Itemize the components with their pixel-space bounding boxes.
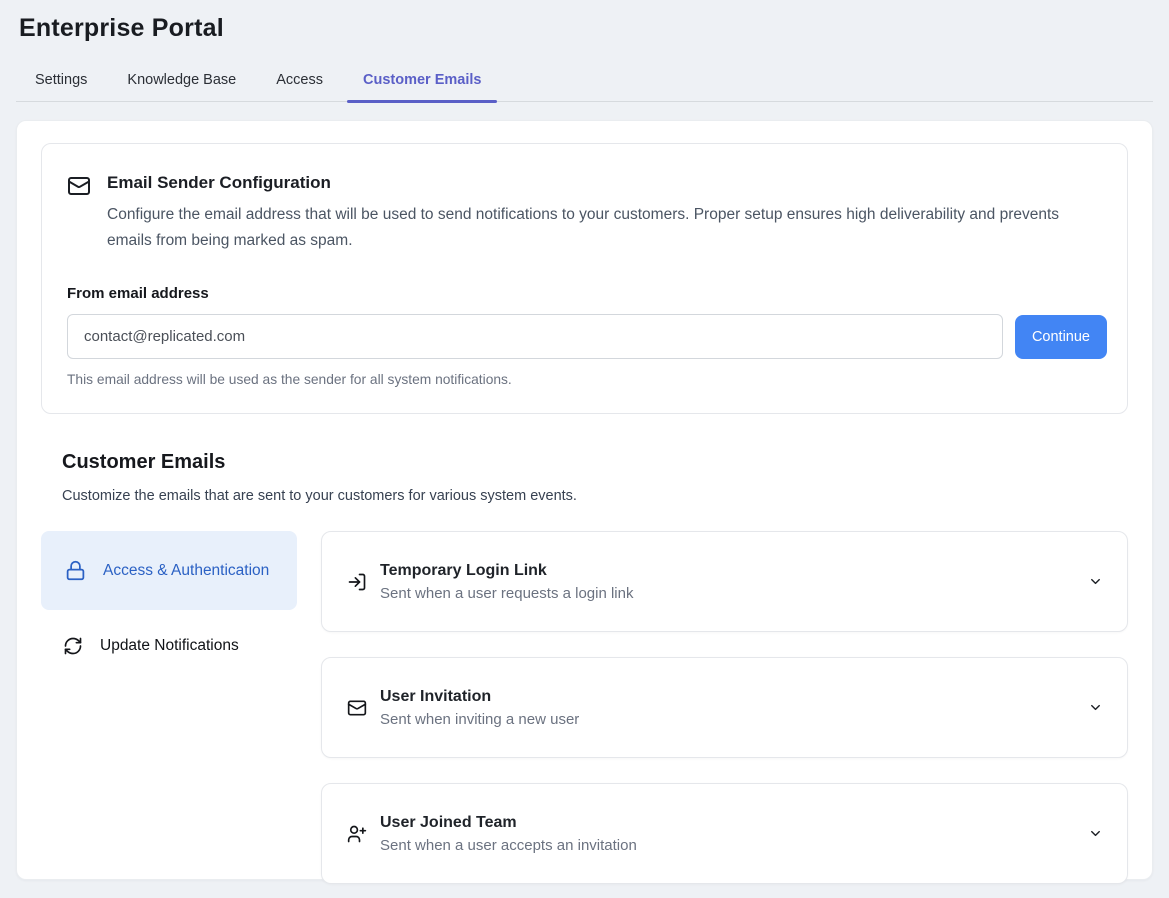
- tab-customer-emails[interactable]: Customer Emails: [347, 62, 497, 101]
- category-label: Access & Authentication: [103, 558, 269, 584]
- email-item-title: Temporary Login Link: [380, 562, 633, 580]
- tab-settings[interactable]: Settings: [19, 62, 103, 101]
- category-access-authentication[interactable]: Access & Authentication: [41, 531, 297, 610]
- email-item-subtitle: Sent when a user accepts an invitation: [380, 837, 637, 854]
- mail-icon: [67, 174, 91, 198]
- email-item-temporary-login-link[interactable]: Temporary Login Link Sent when a user re…: [321, 531, 1128, 632]
- email-sender-card: Email Sender Configuration Configure the…: [41, 143, 1128, 414]
- email-template-list: Temporary Login Link Sent when a user re…: [321, 531, 1128, 884]
- page-title: Enterprise Portal: [19, 14, 1153, 43]
- lock-icon: [65, 560, 86, 581]
- chevron-down-icon[interactable]: [1088, 826, 1103, 841]
- email-category-sidebar: Access & Authentication Update Notificat…: [41, 531, 297, 884]
- email-item-user-invitation[interactable]: User Invitation Sent when inviting a new…: [321, 657, 1128, 758]
- sender-card-title: Email Sender Configuration: [107, 173, 1085, 193]
- refresh-icon: [63, 636, 83, 656]
- continue-button[interactable]: Continue: [1015, 315, 1107, 359]
- email-item-title: User Invitation: [380, 688, 579, 706]
- email-item-subtitle: Sent when a user requests a login link: [380, 585, 633, 602]
- user-plus-icon: [347, 824, 367, 844]
- customer-emails-heading: Customer Emails: [62, 451, 1128, 474]
- tab-access[interactable]: Access: [260, 62, 339, 101]
- from-email-label: From email address: [67, 285, 1107, 302]
- tab-bar: Settings Knowledge Base Access Customer …: [16, 62, 1153, 102]
- main-panel: Email Sender Configuration Configure the…: [16, 120, 1153, 880]
- mail-icon: [347, 698, 367, 718]
- category-update-notifications[interactable]: Update Notifications: [41, 636, 297, 656]
- category-label: Update Notifications: [100, 637, 239, 655]
- email-item-title: User Joined Team: [380, 814, 637, 832]
- email-item-subtitle: Sent when inviting a new user: [380, 711, 579, 728]
- tab-knowledge-base[interactable]: Knowledge Base: [111, 62, 252, 101]
- sender-card-description: Configure the email address that will be…: [107, 202, 1085, 254]
- login-icon: [347, 572, 367, 592]
- customer-emails-description: Customize the emails that are sent to yo…: [62, 488, 1128, 504]
- from-email-input[interactable]: [67, 314, 1003, 359]
- email-helper-text: This email address will be used as the s…: [67, 372, 1107, 387]
- chevron-down-icon[interactable]: [1088, 574, 1103, 589]
- page-header: Enterprise Portal Settings Knowledge Bas…: [0, 0, 1169, 102]
- chevron-down-icon[interactable]: [1088, 700, 1103, 715]
- email-item-user-joined-team[interactable]: User Joined Team Sent when a user accept…: [321, 783, 1128, 884]
